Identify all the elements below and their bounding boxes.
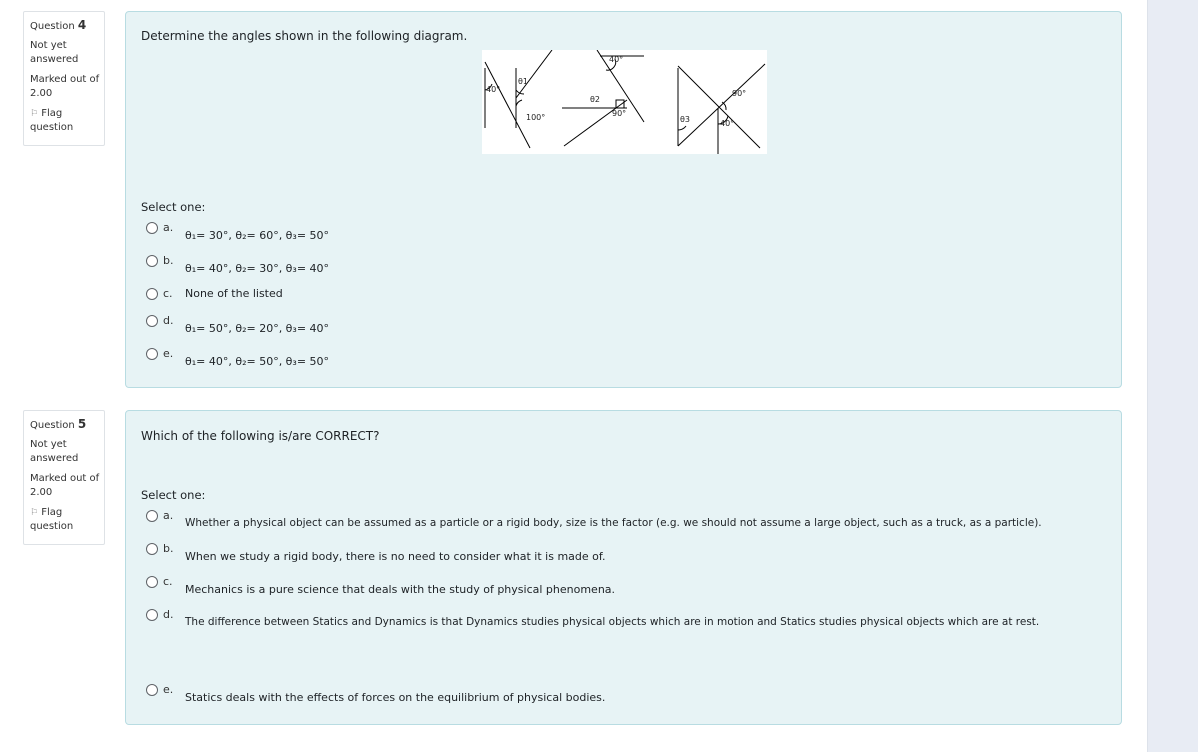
right-drawer-area (1147, 0, 1198, 752)
question-grade: Marked out of 2.00 (30, 473, 100, 498)
question-content-5: Which of the following is/are CORRECT? S… (125, 410, 1122, 725)
radio-button[interactable] (146, 684, 158, 696)
question-text: Which of the following is/are CORRECT? (141, 429, 380, 443)
question-state: Not yet answered (30, 40, 79, 65)
radio-button[interactable] (146, 348, 158, 360)
radio-button[interactable] (146, 288, 158, 300)
question-info-4: Question 4 Not yet answered Marked out o… (23, 11, 105, 146)
select-prompt: Select one: (141, 488, 206, 502)
diagram-label-40-b: 40° (609, 55, 623, 64)
flag-icon: ⚐ (30, 508, 39, 518)
angles-diagram: 40° θ1 100° 40° θ2 90° θ3 90° 40° (482, 49, 767, 162)
radio-button[interactable] (146, 543, 158, 555)
diagram-label-theta1: θ1 (518, 77, 528, 86)
diagram-label-40-a: 40° (486, 85, 500, 94)
diagram-label-100: 100° (526, 113, 545, 122)
angles-diagram-svg: 40° θ1 100° 40° θ2 90° θ3 90° 40° (484, 49, 766, 162)
question-number: Question 5 (30, 417, 87, 431)
flag-question-link[interactable]: ⚐ Flag question (30, 506, 104, 534)
question-info-5: Question 5 Not yet answered Marked out o… (23, 410, 105, 545)
question-number: Question 4 (30, 18, 87, 32)
diagram-label-theta3: θ3 (680, 115, 690, 124)
question-state: Not yet answered (30, 439, 79, 464)
radio-button[interactable] (146, 576, 158, 588)
question-grade: Marked out of 2.00 (30, 74, 100, 99)
question-text: Determine the angles shown in the follow… (141, 29, 468, 43)
diagram-label-90-a: 90° (612, 109, 626, 118)
diagram-label-90-b: 90° (732, 89, 746, 98)
radio-button[interactable] (146, 222, 158, 234)
radio-button[interactable] (146, 510, 158, 522)
radio-button[interactable] (146, 609, 158, 621)
radio-button[interactable] (146, 255, 158, 267)
flag-question-link[interactable]: ⚐ Flag question (30, 107, 104, 135)
select-prompt: Select one: (141, 200, 206, 214)
diagram-label-40-c: 40° (720, 119, 734, 128)
diagram-label-theta2: θ2 (590, 95, 600, 104)
radio-button[interactable] (146, 315, 158, 327)
question-content-4: Determine the angles shown in the follow… (125, 11, 1122, 388)
flag-icon: ⚐ (30, 109, 39, 119)
